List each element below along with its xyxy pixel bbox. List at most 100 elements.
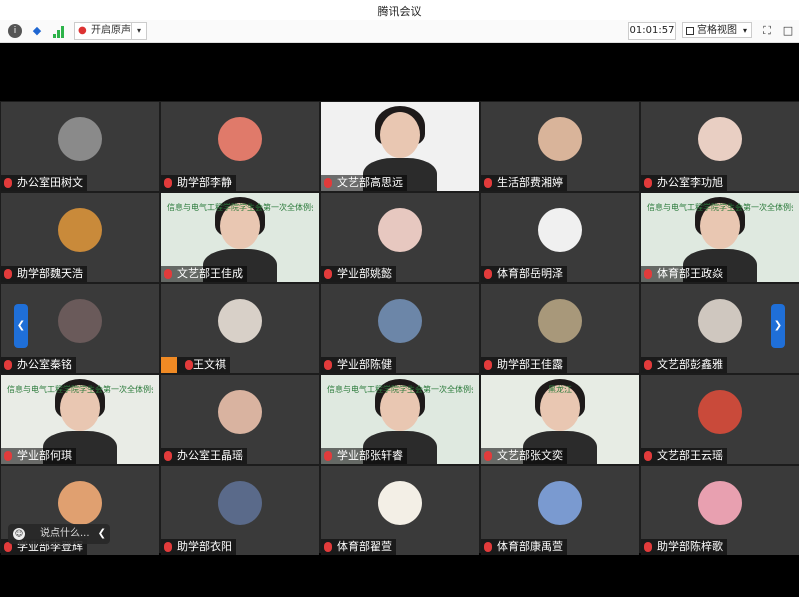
participant-name-tag: 文艺部王云瑶 xyxy=(641,448,727,464)
participant-tile[interactable]: 信息与电气工程学院学生会第一次全体例会学业部何琪 xyxy=(1,375,159,464)
video-banner-text: 信息与电气工程学院学生会第一次全体例会 xyxy=(647,203,793,212)
participant-tile[interactable]: 办公室王晶瑶 xyxy=(161,375,319,464)
participant-name: 文艺部张文奕 xyxy=(497,449,563,462)
participant-name-tag: 学业部陈健 xyxy=(321,357,396,373)
participant-tile[interactable]: 文艺部王云瑶 xyxy=(641,375,799,464)
participant-tile[interactable]: 助学部魏天浩 xyxy=(1,193,159,282)
participant-name-tag: 生活部费湘婷 xyxy=(481,175,567,191)
fullscreen-icon[interactable]: ⛶ xyxy=(760,24,774,38)
participant-name-tag: 办公室王晶瑶 xyxy=(161,448,247,464)
mic-muted-icon xyxy=(164,542,172,552)
participant-tile[interactable]: 体育部岳明泽 xyxy=(481,193,639,282)
participant-tile[interactable]: 黑龙江 文艺部张文奕 xyxy=(481,375,639,464)
participant-tile[interactable]: 信息与电气工程学院学生会第一次全体例会学业部张轩睿 xyxy=(321,375,479,464)
signal-icon[interactable] xyxy=(52,24,66,38)
avatar xyxy=(218,299,262,343)
participant-name: 学业部姚懿 xyxy=(337,267,392,280)
view-mode-button[interactable]: 宫格视图 ▾ xyxy=(682,22,752,38)
participant-name-tag: 办公室田树文 xyxy=(1,175,87,191)
participant-tile[interactable]: 体育部康禹萱 xyxy=(481,466,639,555)
prev-page-button[interactable]: ❮ xyxy=(14,304,28,348)
participant-name: 体育部康禹萱 xyxy=(497,540,563,553)
participant-tile[interactable]: 办公室田树文 xyxy=(1,102,159,191)
participant-name: 助学部魏天浩 xyxy=(17,267,83,280)
mic-muted-icon xyxy=(644,269,652,279)
participant-name: 学业部何琪 xyxy=(17,449,72,462)
participant-name-tag: 学业部姚懿 xyxy=(321,266,396,282)
avatar xyxy=(378,208,422,252)
meeting-toolbar: i ◆ ● 开启原声 ▾ 01:01:57 宫格视图 ▾ ⛶ □ xyxy=(0,20,799,43)
participant-name-tag: 助学部衣阳 xyxy=(161,539,236,555)
collapse-chat-icon[interactable]: ❮ xyxy=(98,524,106,544)
mic-muted-icon xyxy=(164,269,172,279)
next-page-button[interactable]: ❯ xyxy=(771,304,785,348)
participant-tile[interactable]: 信息与电气工程学院学生会第一次全体例会 体育部王政焱 xyxy=(641,193,799,282)
participant-name-tag: 王文祺 xyxy=(161,357,230,373)
mic-muted-icon xyxy=(484,451,492,461)
participant-tile[interactable]: 体育部翟萱 xyxy=(321,466,479,555)
mic-muted-icon xyxy=(324,269,332,279)
participant-name: 助学部衣阳 xyxy=(177,540,232,553)
mic-muted-icon xyxy=(484,178,492,188)
avatar xyxy=(58,117,102,161)
grid-icon xyxy=(686,27,694,35)
participant-name: 办公室秦铭 xyxy=(17,358,72,371)
participant-tile[interactable]: 助学部陈梓歌 xyxy=(641,466,799,555)
participant-name: 办公室王晶瑶 xyxy=(177,449,243,462)
participant-name: 办公室田树文 xyxy=(17,176,83,189)
avatar xyxy=(538,481,582,525)
participant-name-tag: 学业部张轩睿 xyxy=(321,448,407,464)
mic-muted-icon xyxy=(644,451,652,461)
mic-muted-icon xyxy=(324,451,332,461)
participant-name-tag: 文艺部王佳成 xyxy=(161,266,247,282)
participant-tile[interactable]: 王文祺 xyxy=(161,284,319,373)
participant-tile[interactable]: 学业部姚懿 xyxy=(321,193,479,282)
avatar xyxy=(58,208,102,252)
participant-name-tag: 体育部康禹萱 xyxy=(481,539,567,555)
mic-muted-icon xyxy=(644,178,652,188)
original-sound-button[interactable]: ● 开启原声 xyxy=(74,22,136,40)
participant-name: 体育部翟萱 xyxy=(337,540,392,553)
video-banner-text: 信息与电气工程学院学生会第一次全体例会 xyxy=(327,385,473,394)
mic-muted-icon xyxy=(324,178,332,188)
participant-name: 文艺部高思远 xyxy=(337,176,403,189)
participant-tile[interactable]: 助学部王佳露 xyxy=(481,284,639,373)
participant-name-tag: 文艺部高思远 xyxy=(321,175,407,191)
mic-muted-icon xyxy=(164,451,172,461)
original-sound-dropdown[interactable]: ▾ xyxy=(131,22,147,40)
avatar xyxy=(698,481,742,525)
participant-tile[interactable]: 信息与电气工程学院学生会第一次全体例会 文艺部王佳成 xyxy=(161,193,319,282)
participant-name-tag: 助学部魏天浩 xyxy=(1,266,87,282)
mic-muted-icon xyxy=(185,360,193,370)
original-sound-label: 开启原声 xyxy=(91,25,131,36)
participant-name: 生活部费湘婷 xyxy=(497,176,563,189)
participant-name-tag: 体育部翟萱 xyxy=(321,539,396,555)
avatar xyxy=(58,481,102,525)
exit-icon[interactable]: □ xyxy=(781,24,795,38)
video-banner-text: 信息与电气工程学院学生会第一次全体例会 xyxy=(7,385,153,394)
mic-muted-icon xyxy=(4,269,12,279)
chat-placeholder: 说点什么... xyxy=(40,528,90,539)
info-icon[interactable]: i xyxy=(8,24,22,38)
participant-name-tag: 学业部何琪 xyxy=(1,448,76,464)
mic-muted-icon xyxy=(644,542,652,552)
participant-name-tag: 文艺部张文奕 xyxy=(481,448,567,464)
participant-tile[interactable]: 文艺部高思远 xyxy=(321,102,479,191)
chat-input[interactable]: ☺ 说点什么... ❮ xyxy=(8,524,110,544)
participant-name: 体育部岳明泽 xyxy=(497,267,563,280)
participant-tile[interactable]: 学业部陈健 xyxy=(321,284,479,373)
participant-name: 助学部李静 xyxy=(177,176,232,189)
participant-tile[interactable]: 助学部衣阳 xyxy=(161,466,319,555)
mic-icon: ● xyxy=(78,25,87,36)
participant-tile[interactable]: 生活部费湘婷 xyxy=(481,102,639,191)
shield-icon[interactable]: ◆ xyxy=(30,24,44,38)
avatar xyxy=(538,117,582,161)
mic-muted-icon xyxy=(484,360,492,370)
avatar xyxy=(698,117,742,161)
participant-tile[interactable]: 助学部李静 xyxy=(161,102,319,191)
participant-name: 学业部陈健 xyxy=(337,358,392,371)
view-mode-label: 宫格视图 xyxy=(697,25,737,36)
participant-tile[interactable]: 办公室李功旭 xyxy=(641,102,799,191)
avatar xyxy=(698,299,742,343)
avatar xyxy=(538,208,582,252)
